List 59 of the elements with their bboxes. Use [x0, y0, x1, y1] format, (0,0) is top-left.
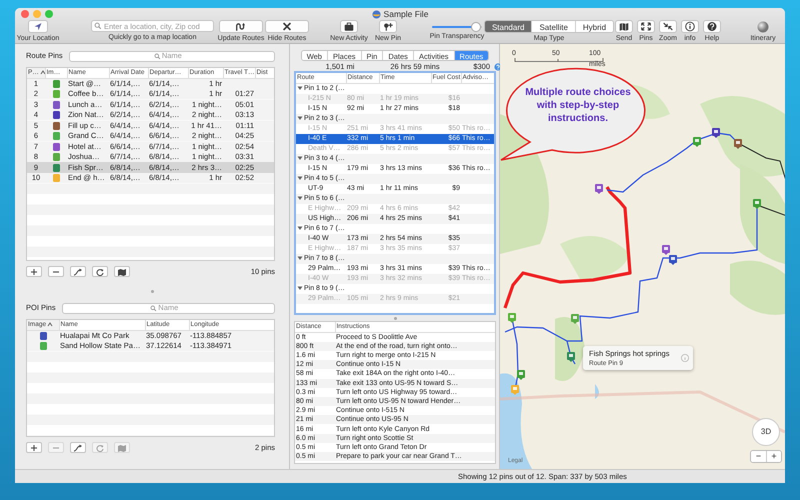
- slider-thumb[interactable]: [471, 22, 481, 32]
- document-icon: [372, 10, 381, 18]
- toolbar-button[interactable]: [637, 20, 655, 33]
- disclosure-icon[interactable]: [297, 194, 303, 201]
- slider[interactable]: [432, 22, 482, 32]
- disclosure-icon[interactable]: [297, 154, 303, 161]
- footer-button[interactable]: [26, 442, 42, 453]
- itinerary-button[interactable]: [755, 20, 771, 33]
- pin-plus-icon: [382, 21, 394, 32]
- info-icon: [684, 21, 696, 32]
- sphere-icon: [757, 20, 769, 32]
- search-icon: [150, 304, 158, 312]
- window-title: Sample File: [384, 8, 428, 20]
- toolbar-button[interactable]: [681, 20, 699, 33]
- toolbar-button[interactable]: [379, 20, 397, 33]
- callout-text: Multiple route choices with step-by-step instructions.: [524, 86, 632, 125]
- refresh-icon: [95, 268, 105, 276]
- search-icon: [154, 52, 161, 60]
- location-button[interactable]: [28, 20, 48, 33]
- sort-icon: [40, 70, 44, 75]
- plus-icon: [29, 268, 39, 276]
- segment-button[interactable]: Standard: [484, 21, 532, 32]
- collapse-icon: [662, 21, 674, 32]
- disclosure-icon[interactable]: [297, 84, 303, 91]
- scale-bar-icon: [514, 58, 604, 62]
- disclosure-icon[interactable]: [297, 174, 303, 181]
- footer-button[interactable]: [114, 266, 130, 277]
- toolbar-button[interactable]: [615, 20, 633, 33]
- location-arrow-icon: [32, 21, 44, 32]
- disclosure-icon[interactable]: [297, 114, 303, 121]
- footer-button[interactable]: [70, 266, 86, 277]
- route-icon: [73, 444, 83, 452]
- toolbar-button[interactable]: [265, 20, 309, 33]
- route-icon: [73, 268, 83, 276]
- close-icon: [281, 21, 293, 32]
- sort-icon: [47, 322, 54, 327]
- expand-icon: [640, 21, 652, 32]
- footer-button[interactable]: [92, 266, 108, 277]
- map-icon: [117, 444, 127, 452]
- footer-button[interactable]: [70, 442, 86, 453]
- plus-icon: [29, 444, 39, 452]
- segment-button[interactable]: Hybrid: [574, 21, 614, 32]
- route-icon: [235, 21, 247, 32]
- map-icon: [117, 268, 127, 276]
- search-icon: [94, 22, 102, 30]
- zoom-button[interactable]: +: [766, 451, 781, 462]
- disclosure-icon[interactable]: [297, 254, 303, 261]
- help-icon: [706, 21, 718, 32]
- toolbar-button[interactable]: [703, 20, 721, 33]
- toolbar-button[interactable]: [219, 20, 263, 33]
- toolbar-button[interactable]: [659, 20, 677, 33]
- footer-button[interactable]: [26, 266, 42, 277]
- folded-map-icon: [618, 21, 630, 32]
- toolbar-button[interactable]: [340, 20, 358, 33]
- disclosure-icon[interactable]: [297, 224, 303, 231]
- briefcase-icon: [343, 21, 355, 32]
- refresh-icon: [95, 444, 105, 452]
- disclosure-icon[interactable]: [297, 284, 303, 291]
- footer-button[interactable]: [48, 266, 64, 277]
